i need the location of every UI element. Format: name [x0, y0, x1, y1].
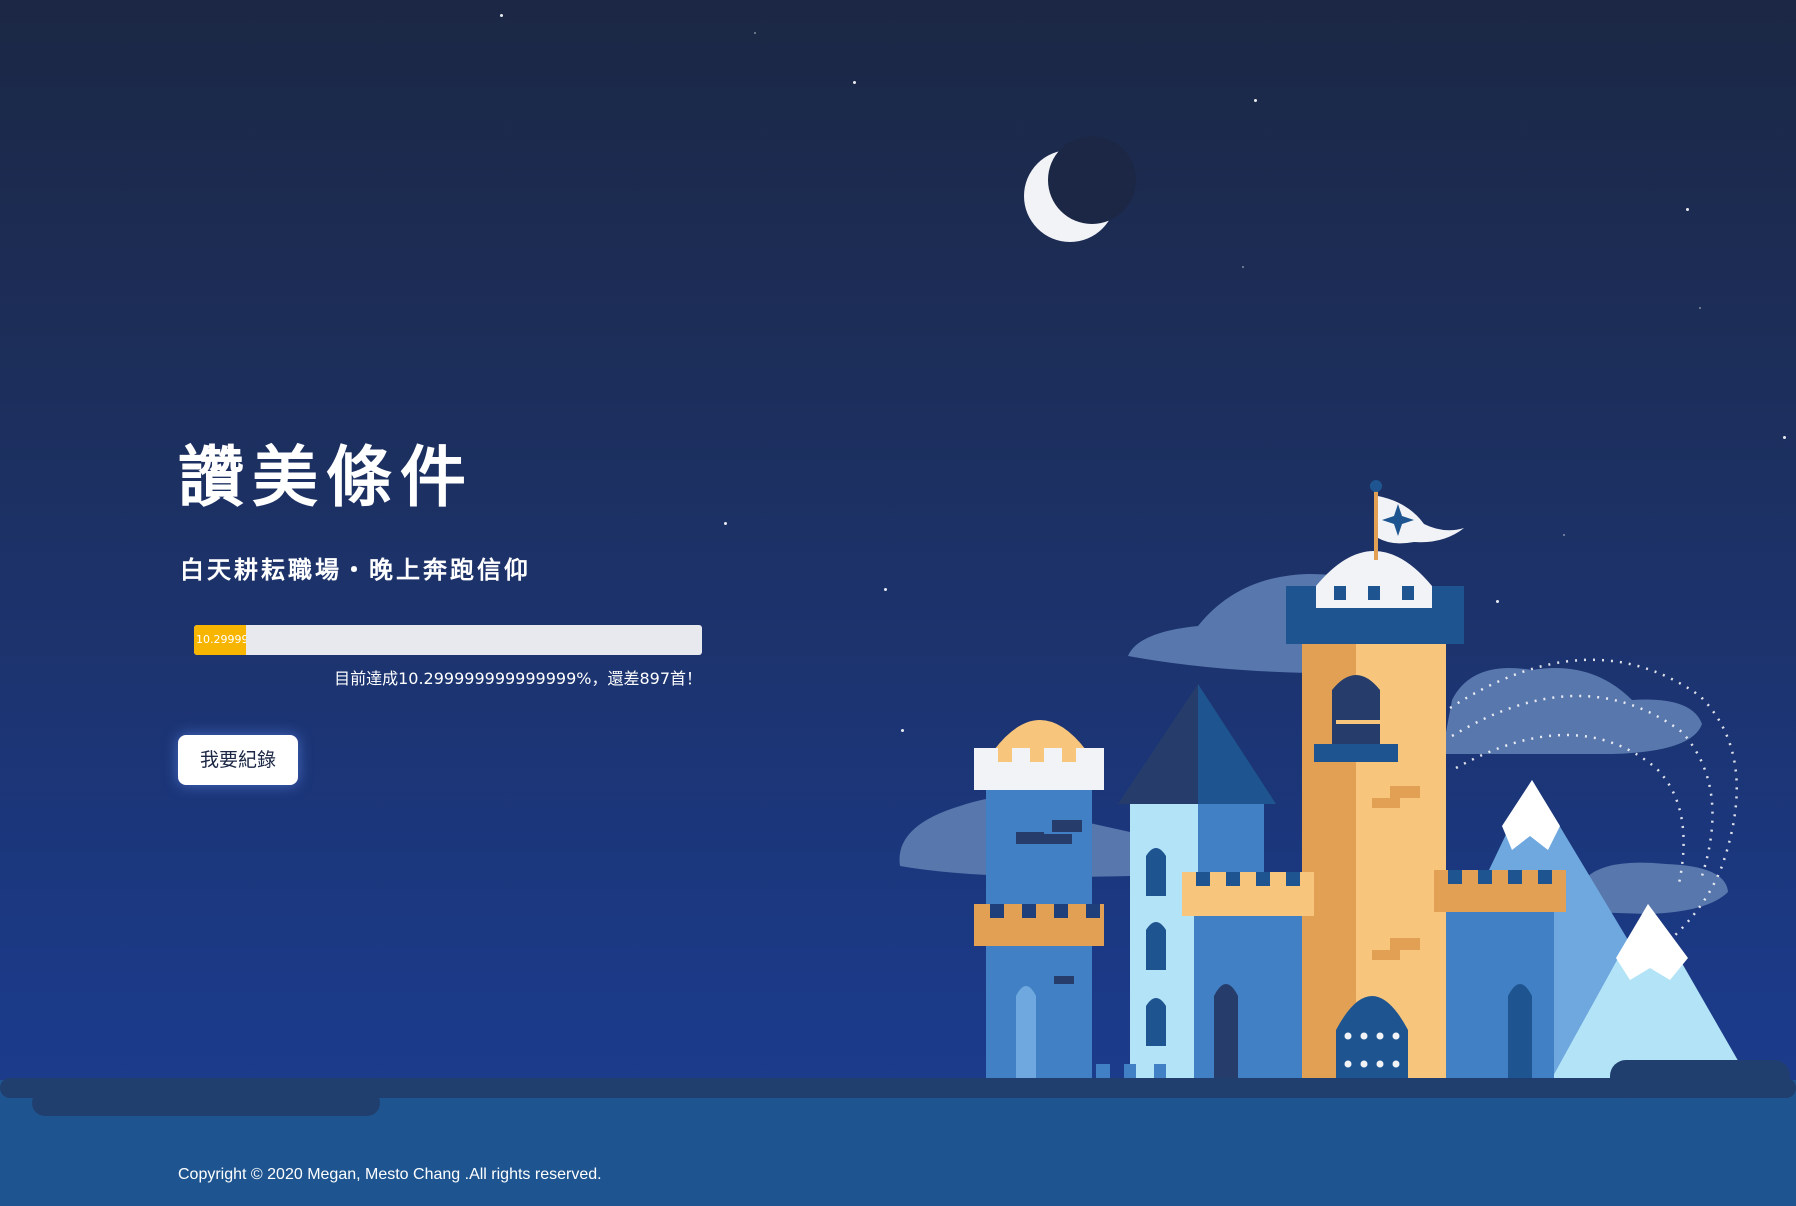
crescent-moon-icon [1024, 136, 1136, 242]
page-title: 讚美條件 [178, 439, 474, 516]
progress-fill: 10.299999999999999 [194, 625, 247, 655]
progress-fill-label: 10.299999999999999 [196, 633, 247, 646]
right-wall [1434, 870, 1566, 1080]
subtitle: 白天耕耘職場・晚上奔跑信仰 [180, 556, 531, 584]
progress-caption: 目前達成10.299999999999999%，還差897首！ [334, 669, 702, 688]
copyright-text: Copyright © 2020 Megan, Mesto Chang .All… [178, 1166, 602, 1183]
record-button[interactable]: 我要紀錄 [178, 735, 299, 785]
left-tower [974, 720, 1104, 1080]
page-background: 讚美條件 白天耕耘職場・晚上奔跑信仰 10.299999999999999 目前… [0, 0, 1796, 1206]
progress-bar: 10.299999999999999 [194, 625, 702, 655]
central-tower [1286, 480, 1464, 1080]
left-wall [1182, 872, 1314, 1080]
hero-section: 讚美條件 白天耕耘職場・晚上奔跑信仰 10.299999999999999 目前… [178, 436, 738, 785]
